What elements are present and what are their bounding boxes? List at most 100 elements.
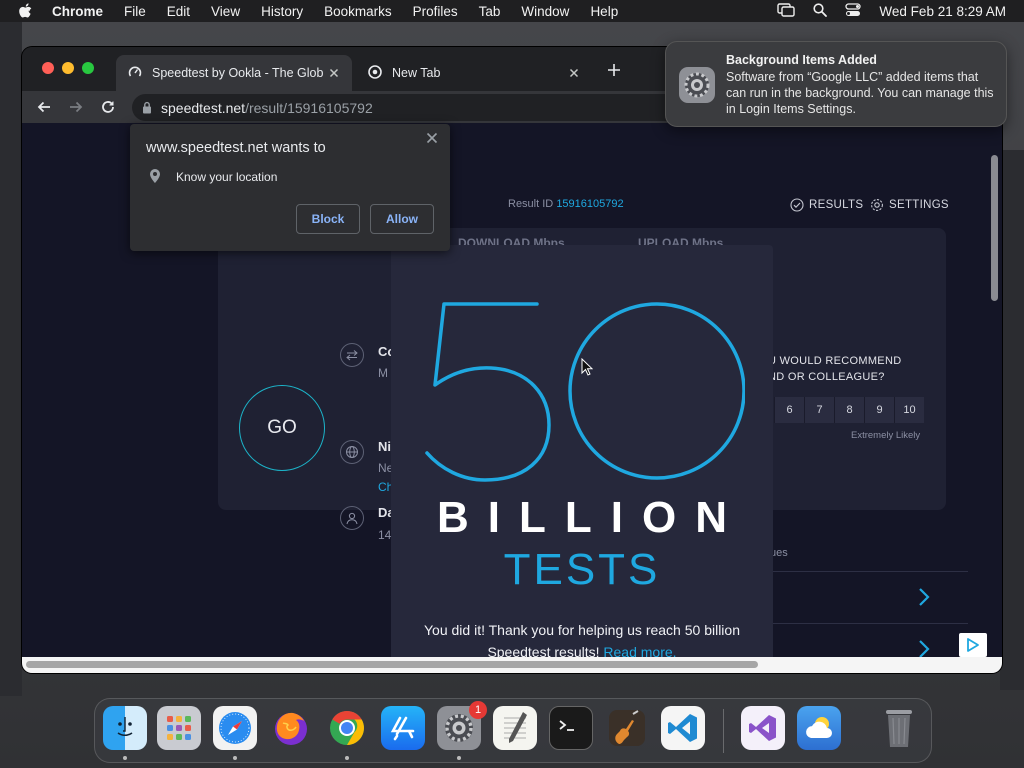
minimize-window-button[interactable] [62, 62, 74, 74]
running-indicator [345, 756, 349, 760]
adchoices-icon[interactable] [959, 633, 987, 657]
forward-arrow-icon[interactable] [68, 99, 84, 120]
running-indicator [457, 756, 461, 760]
app-store-icon[interactable] [381, 706, 425, 750]
new-tab-plus-icon[interactable] [607, 63, 621, 82]
scale-option-10[interactable]: 10 [894, 397, 924, 423]
running-indicator [123, 756, 127, 760]
scale-option-7[interactable]: 7 [804, 397, 834, 423]
tab-new-tab[interactable]: New Tab [356, 55, 592, 91]
safari-icon[interactable] [213, 706, 257, 750]
menu-tab[interactable]: Tab [479, 4, 501, 19]
server-title: Ni [378, 439, 391, 454]
close-tab-icon[interactable] [326, 65, 342, 81]
running-indicator [233, 756, 237, 760]
provider-ip: 14 [378, 528, 392, 542]
terminal-icon[interactable] [549, 706, 593, 750]
results-link[interactable]: RESULTS [790, 198, 863, 212]
background-window [0, 22, 22, 696]
menu-bookmarks[interactable]: Bookmarks [324, 4, 392, 19]
back-arrow-icon[interactable] [36, 99, 52, 120]
close-icon[interactable] [424, 130, 440, 146]
finder-icon[interactable] [103, 706, 147, 750]
menu-history[interactable]: History [261, 4, 303, 19]
chevron-right-icon[interactable] [918, 639, 930, 657]
promo-message: You did it! Thank you for helping us rea… [419, 619, 745, 657]
background-window-right [1000, 150, 1024, 690]
permission-request: Know your location [176, 170, 278, 184]
vscode-icon[interactable] [661, 706, 705, 750]
tests-text: TESTS [503, 545, 661, 594]
horizontal-scrollbar[interactable] [22, 657, 1002, 673]
result-id-link[interactable]: 15916105792 [556, 198, 623, 210]
scale-option-8[interactable]: 8 [834, 397, 864, 423]
location-permission-popup: www.speedtest.net wants to Know your loc… [130, 124, 450, 251]
divider [770, 623, 968, 624]
menu-view[interactable]: View [211, 4, 240, 19]
user-icon [340, 506, 364, 530]
dock: 1 [94, 698, 932, 763]
fifty-billion-promo-modal: BILLION TESTS You did it! Thank you for … [391, 245, 773, 657]
spotlight-search-icon[interactable] [813, 2, 828, 20]
block-button[interactable]: Block [296, 204, 360, 234]
textedit-icon[interactable] [493, 706, 537, 750]
speedtest-favicon-icon [128, 65, 142, 82]
close-window-button[interactable] [42, 62, 54, 74]
dock-separator [723, 709, 724, 753]
zoom-window-button[interactable] [82, 62, 94, 74]
background-items-notification[interactable]: Background Items Added Software from “Go… [665, 41, 1007, 127]
recommend-question: U WOULD RECOMMEND ND OR COLLEAGUE? [768, 355, 902, 383]
menu-window[interactable]: Window [521, 4, 569, 19]
tab-title: Speedtest by Ookla - The Glob [152, 66, 324, 80]
control-center-icon[interactable] [845, 2, 862, 20]
allow-button[interactable]: Allow [370, 204, 434, 234]
menu-app-name[interactable]: Chrome [52, 4, 103, 19]
fifty-graphic [425, 302, 745, 482]
divider [770, 571, 968, 572]
menu-edit[interactable]: Edit [167, 4, 190, 19]
apple-icon[interactable] [18, 3, 38, 19]
weather-icon[interactable] [797, 706, 841, 750]
go-button[interactable]: GO [239, 385, 325, 471]
address-bar[interactable]: speedtest.net/result/15916105792 [132, 94, 752, 121]
tab-title: New Tab [392, 66, 441, 80]
notification-title: Background Items Added [726, 53, 877, 67]
launchpad-icon[interactable] [157, 706, 201, 750]
tab-speedtest[interactable]: Speedtest by Ookla - The Glob [116, 55, 352, 91]
extremely-likely-label: Extremely Likely [851, 430, 921, 441]
screen-mirroring-icon[interactable] [777, 2, 796, 20]
trash-icon[interactable] [877, 706, 921, 750]
settings-link[interactable]: SETTINGS [870, 198, 949, 212]
lock-icon[interactable] [142, 101, 152, 114]
gear-icon [871, 199, 883, 211]
garageband-icon[interactable] [605, 706, 649, 750]
check-circle-icon [790, 198, 804, 212]
connections-icon [340, 343, 364, 367]
reload-icon[interactable] [100, 99, 116, 120]
scale-option-6[interactable]: 6 [774, 397, 804, 423]
read-more-link[interactable]: Read more. [603, 644, 676, 657]
connections-value: M [378, 366, 388, 380]
globe-icon [340, 440, 364, 464]
menu-bar: Chrome File Edit View History Bookmarks … [0, 0, 1024, 22]
scale-option-9[interactable]: 9 [864, 397, 894, 423]
permission-title: www.speedtest.net wants to [146, 140, 326, 156]
chrome-favicon-icon [368, 64, 382, 82]
visual-studio-icon[interactable] [741, 706, 785, 750]
vertical-scrollbar[interactable] [988, 123, 1002, 657]
menu-file[interactable]: File [124, 4, 146, 19]
menu-profiles[interactable]: Profiles [413, 4, 458, 19]
firefox-icon[interactable] [269, 706, 313, 750]
menu-help[interactable]: Help [590, 4, 618, 19]
menu-clock[interactable]: Wed Feb 21 8:29 AM [879, 4, 1006, 19]
mouse-cursor-icon [581, 357, 594, 381]
vertical-scrollbar-thumb[interactable] [991, 155, 998, 301]
notification-body: Software from “Google LLC” added items t… [726, 70, 994, 116]
horizontal-scrollbar-thumb[interactable] [26, 661, 758, 668]
close-tab-icon[interactable] [566, 65, 582, 81]
recommend-scale: 6 7 8 9 10 [774, 397, 924, 423]
chevron-right-icon[interactable] [918, 587, 930, 612]
chrome-icon[interactable] [325, 706, 369, 750]
result-id: Result ID 15916105792 [508, 198, 624, 210]
notification-badge: 1 [469, 701, 487, 719]
